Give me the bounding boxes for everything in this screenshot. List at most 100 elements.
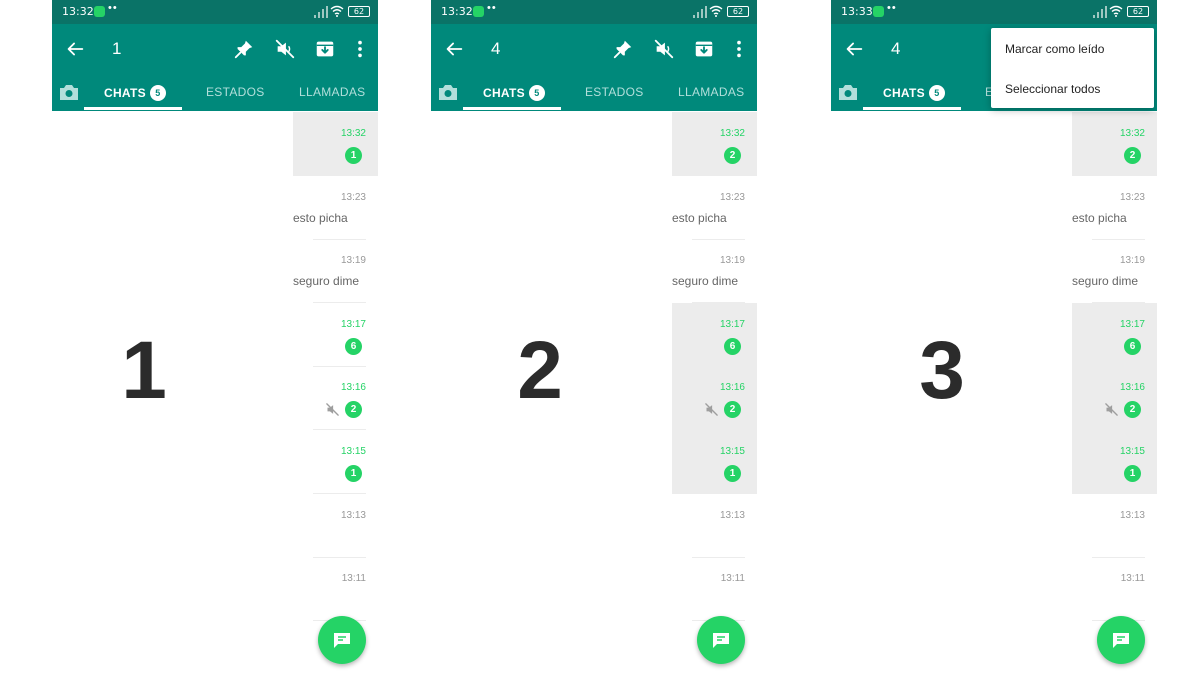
- chat-time: 13:23: [1119, 192, 1145, 203]
- signal-icon: [314, 6, 328, 18]
- chat-row[interactable]: 13:32 1: [293, 112, 378, 176]
- back-arrow-icon[interactable]: [443, 38, 465, 60]
- tab-chats[interactable]: CHATS 5: [104, 85, 166, 101]
- chat-time: 13:17: [340, 319, 366, 330]
- unread-badge: 6: [724, 338, 741, 355]
- muted-icon: [326, 403, 339, 416]
- tab-chats[interactable]: CHATS 5: [883, 85, 945, 101]
- chat-row[interactable]: 13:11: [293, 557, 378, 621]
- status-bar: 13:33 •• 62: [831, 0, 1157, 24]
- unread-badge: 2: [345, 401, 362, 418]
- back-arrow-icon[interactable]: [843, 38, 865, 60]
- camera-icon[interactable]: [837, 82, 859, 102]
- chat-row[interactable]: seguro dime 13:19: [1072, 239, 1157, 303]
- mark-as-read-menu-item[interactable]: Marcar como leído: [1005, 42, 1104, 56]
- new-chat-button[interactable]: [697, 616, 745, 664]
- chat-row[interactable]: 13:13: [1072, 494, 1157, 558]
- chat-row[interactable]: 13:15 1: [1072, 430, 1157, 494]
- chat-preview: esto picha: [672, 211, 727, 225]
- more-options-icon[interactable]: [349, 38, 371, 60]
- selected-count: 4: [891, 39, 901, 58]
- chat-row[interactable]: 13:11: [672, 557, 757, 621]
- mute-icon[interactable]: [274, 38, 296, 60]
- pin-icon[interactable]: [612, 38, 634, 60]
- chat-row[interactable]: 13:16 2: [1072, 366, 1157, 430]
- more-options-icon[interactable]: [728, 38, 750, 60]
- more-notifications-icon: ••: [887, 2, 897, 14]
- selection-toolbar: 1: [52, 24, 378, 74]
- back-arrow-icon[interactable]: [64, 38, 86, 60]
- muted-icon: [705, 403, 718, 416]
- chat-time: 13:32: [340, 128, 366, 139]
- chat-row[interactable]: esto picha 13:23: [672, 176, 757, 240]
- chat-row[interactable]: 13:17 6: [1072, 303, 1157, 367]
- chat-row[interactable]: 13:17 6: [672, 303, 757, 367]
- wifi-icon: [709, 5, 723, 17]
- step-3-screenshot: 13:33 •• 62 4 CHATS 5 13:32 2 esto picha…: [831, 0, 1157, 675]
- whatsapp-notification-icon: [473, 6, 484, 17]
- pin-icon[interactable]: [233, 38, 255, 60]
- unread-badge: 1: [724, 465, 741, 482]
- unread-badge: 1: [1124, 465, 1141, 482]
- chat-row[interactable]: 13:15 1: [293, 430, 378, 494]
- chat-row[interactable]: esto picha 13:23: [1072, 176, 1157, 240]
- tab-chats-label: CHATS: [483, 86, 525, 100]
- chat-row[interactable]: 13:15 1: [672, 430, 757, 494]
- unread-badge: 1: [345, 147, 362, 164]
- chat-preview: seguro dime: [293, 274, 360, 288]
- status-bar: 13:32 •• 62: [52, 0, 378, 24]
- chat-preview: seguro dime: [672, 274, 739, 288]
- camera-icon[interactable]: [58, 82, 80, 102]
- chat-preview: esto picha: [1072, 211, 1127, 225]
- tab-chats[interactable]: CHATS 5: [483, 85, 545, 101]
- signal-icon: [693, 6, 707, 18]
- chat-row[interactable]: 13:13: [293, 494, 378, 558]
- tab-states[interactable]: ESTADOS: [206, 85, 265, 99]
- whatsapp-notification-icon: [94, 6, 105, 17]
- chat-row[interactable]: 13:11: [1072, 557, 1157, 621]
- mute-icon[interactable]: [653, 38, 675, 60]
- chat-row[interactable]: 13:13: [672, 494, 757, 558]
- chat-time: 13:11: [1120, 573, 1145, 584]
- new-chat-button[interactable]: [1097, 616, 1145, 664]
- selected-count: 4: [491, 39, 501, 58]
- chat-row[interactable]: 13:16 2: [672, 366, 757, 430]
- chat-row[interactable]: seguro dime 13:19: [293, 239, 378, 303]
- whatsapp-notification-icon: [873, 6, 884, 17]
- chat-row[interactable]: 13:17 6: [293, 303, 378, 367]
- selected-count: 1: [112, 39, 122, 58]
- unread-badge: 2: [1124, 401, 1141, 418]
- chat-preview: esto picha: [293, 211, 348, 225]
- tab-calls[interactable]: LLAMADAS: [678, 85, 744, 99]
- tab-bar: CHATS5 ESTADOS LLAMADAS: [431, 74, 757, 111]
- step-number: 3: [919, 325, 965, 416]
- unread-badge: 6: [345, 338, 362, 355]
- archive-icon[interactable]: [693, 38, 715, 60]
- chat-time: 13:17: [719, 319, 745, 330]
- chat-time: 13:19: [1119, 255, 1145, 266]
- new-chat-button[interactable]: [318, 616, 366, 664]
- chat-time: 13:19: [719, 255, 745, 266]
- select-all-menu-item[interactable]: Seleccionar todos: [1005, 82, 1100, 96]
- archive-icon[interactable]: [314, 38, 336, 60]
- active-tab-indicator: [463, 107, 561, 110]
- step-1-screenshot: 13:32 •• 62 1 CHATS 5 ESTADOS LLAMADAS 1…: [52, 0, 378, 675]
- chat-row[interactable]: esto picha 13:23: [293, 176, 378, 240]
- message-icon: [713, 633, 729, 648]
- camera-icon[interactable]: [437, 82, 459, 102]
- chat-row[interactable]: seguro dime 13:19: [672, 239, 757, 303]
- tab-bar: CHATS5 ESTADOS LLAMADAS: [52, 74, 378, 111]
- tab-calls[interactable]: LLAMADAS: [299, 85, 365, 99]
- chat-row[interactable]: 13:32 2: [1072, 112, 1157, 176]
- chat-row[interactable]: 13:16 2: [293, 366, 378, 430]
- battery-indicator: 62: [727, 6, 749, 17]
- chat-time: 13:16: [719, 382, 745, 393]
- chat-row[interactable]: 13:32 2: [672, 112, 757, 176]
- unread-badge: 2: [1124, 147, 1141, 164]
- step-2-screenshot: 13:32 •• 62 4 CHATS 5 ESTADOS LLAMADAS 1…: [431, 0, 757, 675]
- chat-time: 13:13: [1119, 510, 1145, 521]
- tab-states[interactable]: ESTADOS: [585, 85, 644, 99]
- unread-chats-badge: 5: [528, 85, 545, 101]
- status-bar: 13:32 •• 62: [431, 0, 757, 24]
- chat-preview: seguro dime: [1072, 274, 1139, 288]
